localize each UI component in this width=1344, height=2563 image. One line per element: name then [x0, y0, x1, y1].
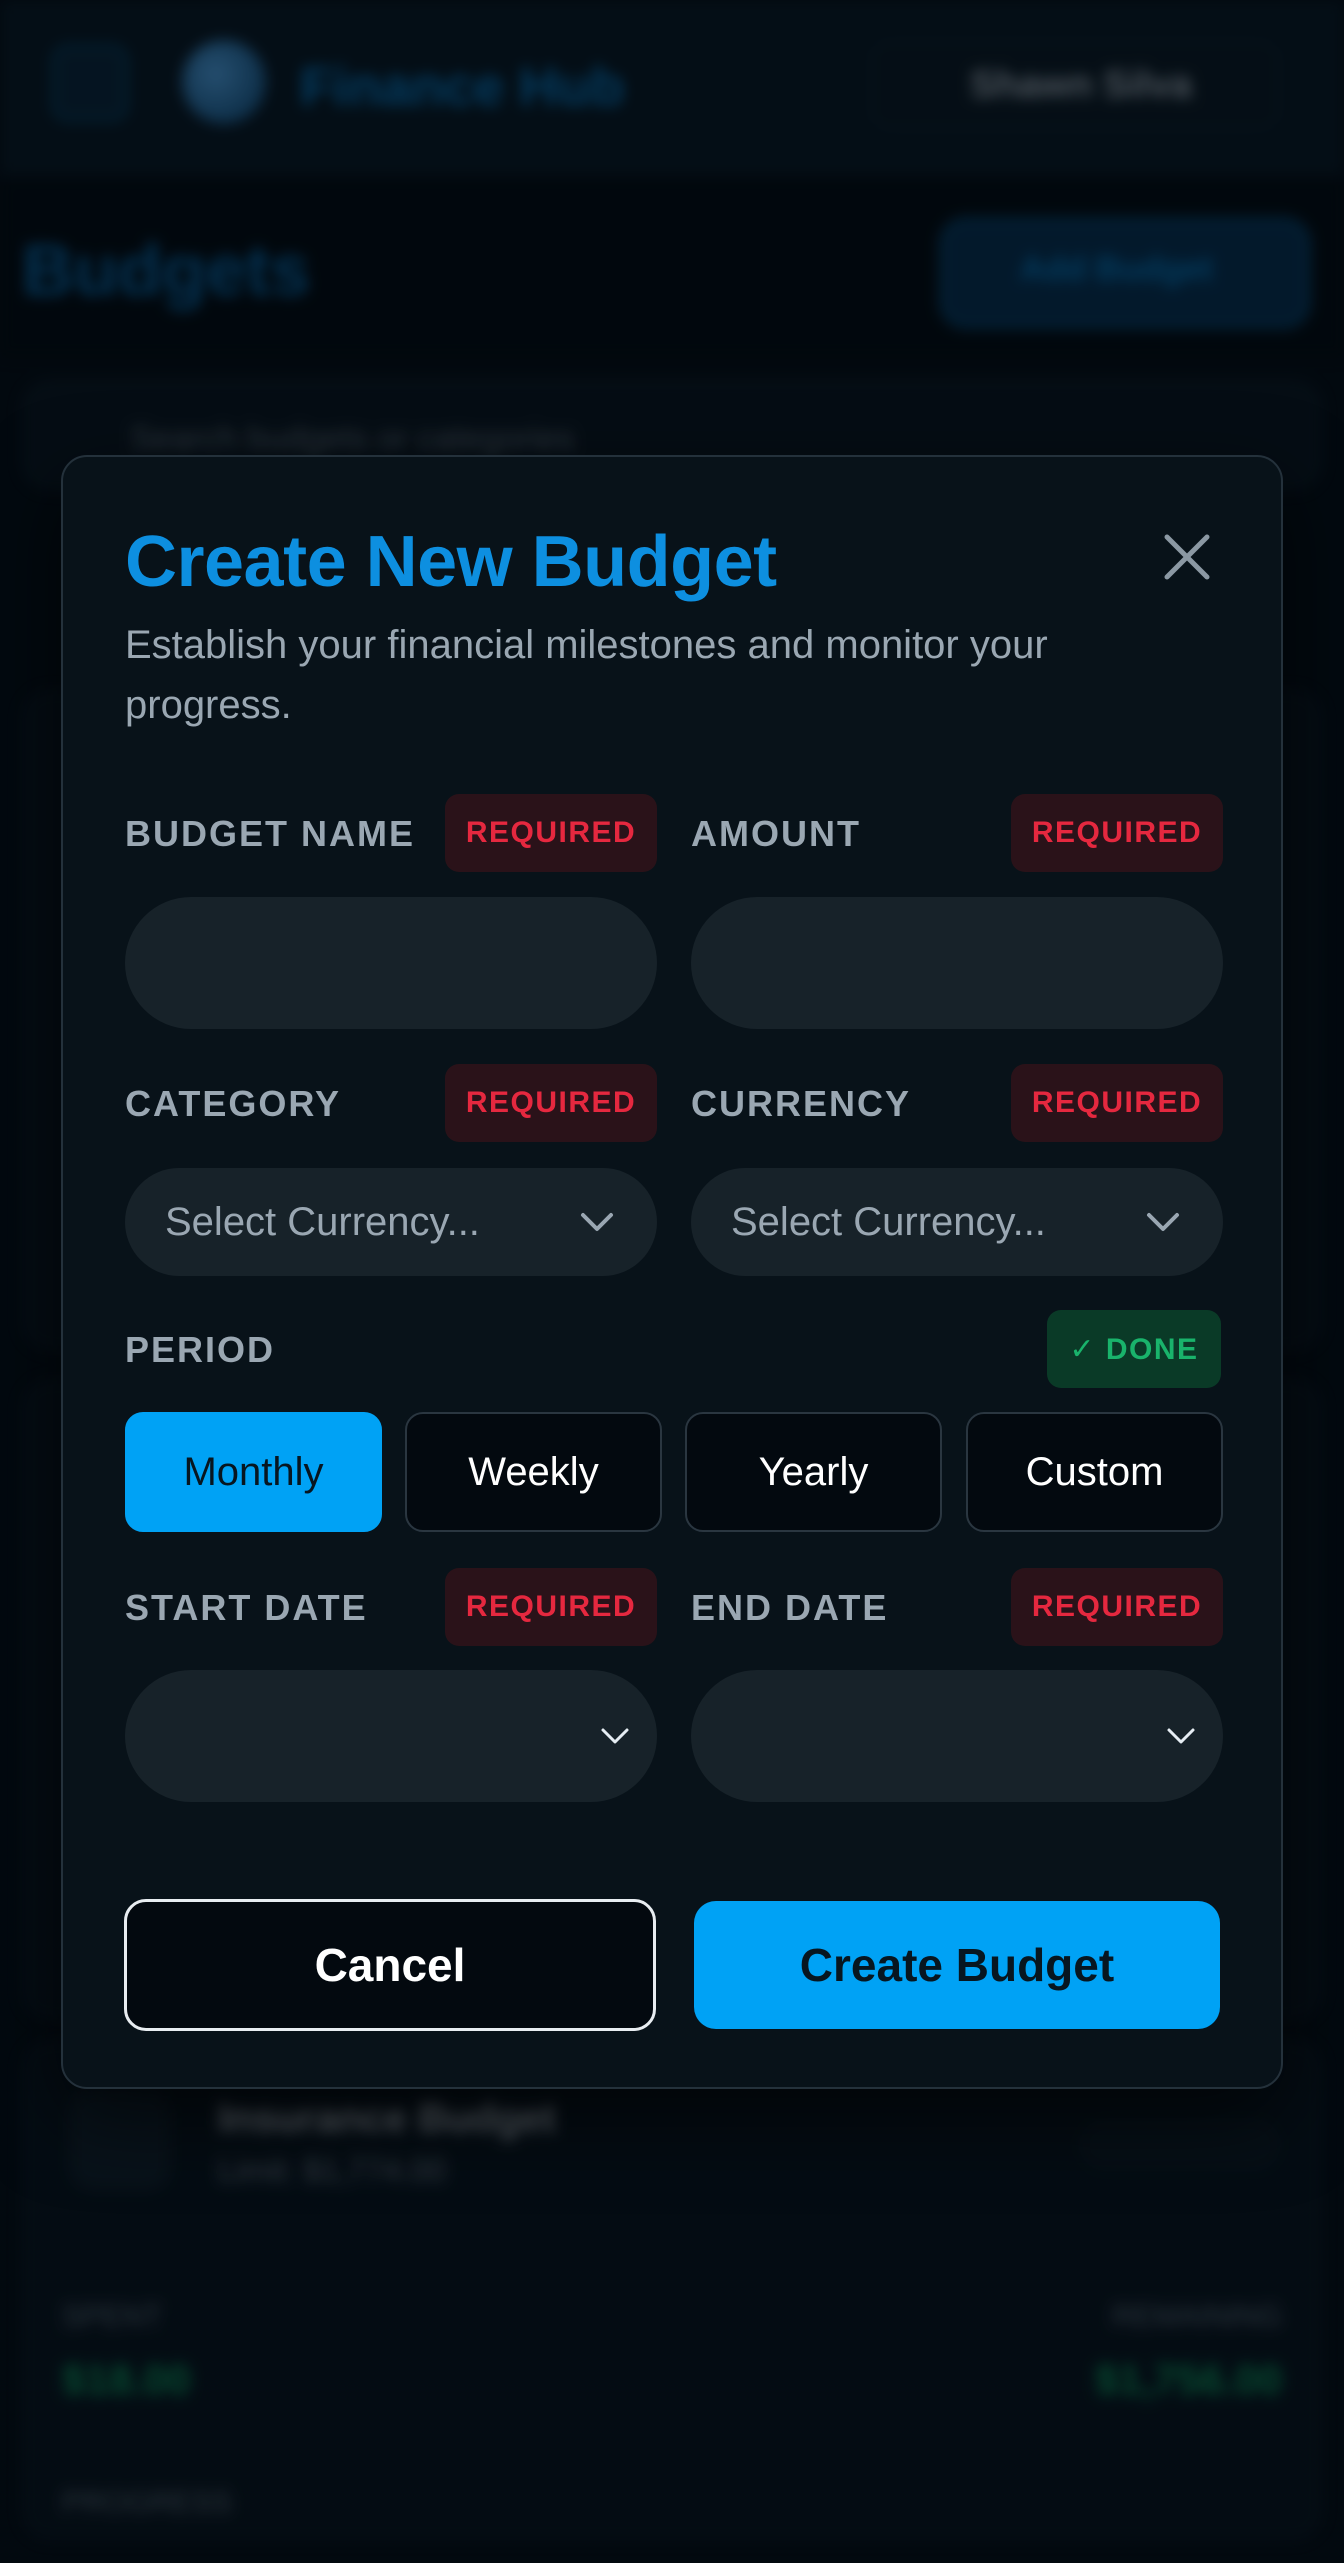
budget-name-input[interactable]	[125, 897, 657, 1029]
cancel-button[interactable]: Cancel	[124, 1899, 656, 2031]
amount-label: AMOUNT	[691, 813, 861, 854]
end-date-required-badge: REQUIRED	[1011, 1568, 1223, 1646]
budget-name-required-badge: REQUIRED	[445, 794, 657, 872]
period-option-weekly[interactable]: Weekly	[405, 1412, 662, 1532]
end-date-label: END DATE	[691, 1587, 889, 1628]
category-required-badge: REQUIRED	[445, 1064, 657, 1142]
modal-title: Create New Budget	[125, 522, 777, 602]
create-budget-modal: Create New Budget Establish your financi…	[61, 455, 1283, 2089]
start-date-required-badge: REQUIRED	[445, 1568, 657, 1646]
close-button[interactable]	[1151, 521, 1223, 593]
period-option-yearly[interactable]: Yearly	[685, 1412, 942, 1532]
period-option-custom[interactable]: Custom	[966, 1412, 1223, 1532]
category-select[interactable]: Select Currency...	[125, 1168, 657, 1276]
period-done-badge: ✓ DONE	[1047, 1310, 1221, 1388]
amount-input[interactable]	[691, 897, 1223, 1029]
currency-required-badge: REQUIRED	[1011, 1064, 1223, 1142]
end-date-picker[interactable]	[691, 1670, 1223, 1802]
chevron-down-icon	[577, 1202, 617, 1242]
start-date-label: START DATE	[125, 1587, 368, 1628]
currency-select[interactable]: Select Currency...	[691, 1168, 1223, 1276]
chevron-down-icon	[595, 1716, 635, 1756]
category-label: CATEGORY	[125, 1083, 342, 1124]
currency-select-value: Select Currency...	[731, 1199, 1046, 1244]
period-option-monthly[interactable]: Monthly	[125, 1412, 382, 1532]
currency-label: CURRENCY	[691, 1083, 912, 1124]
create-budget-button[interactable]: Create Budget	[694, 1901, 1220, 2029]
amount-required-badge: REQUIRED	[1011, 794, 1223, 872]
close-icon	[1164, 534, 1210, 580]
period-label: PERIOD	[125, 1329, 276, 1370]
chevron-down-icon	[1143, 1202, 1183, 1242]
budget-name-label: BUDGET NAME	[125, 813, 415, 854]
start-date-picker[interactable]	[125, 1670, 657, 1802]
chevron-down-icon	[1161, 1716, 1201, 1756]
category-select-value: Select Currency...	[165, 1199, 480, 1244]
modal-subtitle: Establish your financial milestones and …	[125, 623, 1048, 727]
